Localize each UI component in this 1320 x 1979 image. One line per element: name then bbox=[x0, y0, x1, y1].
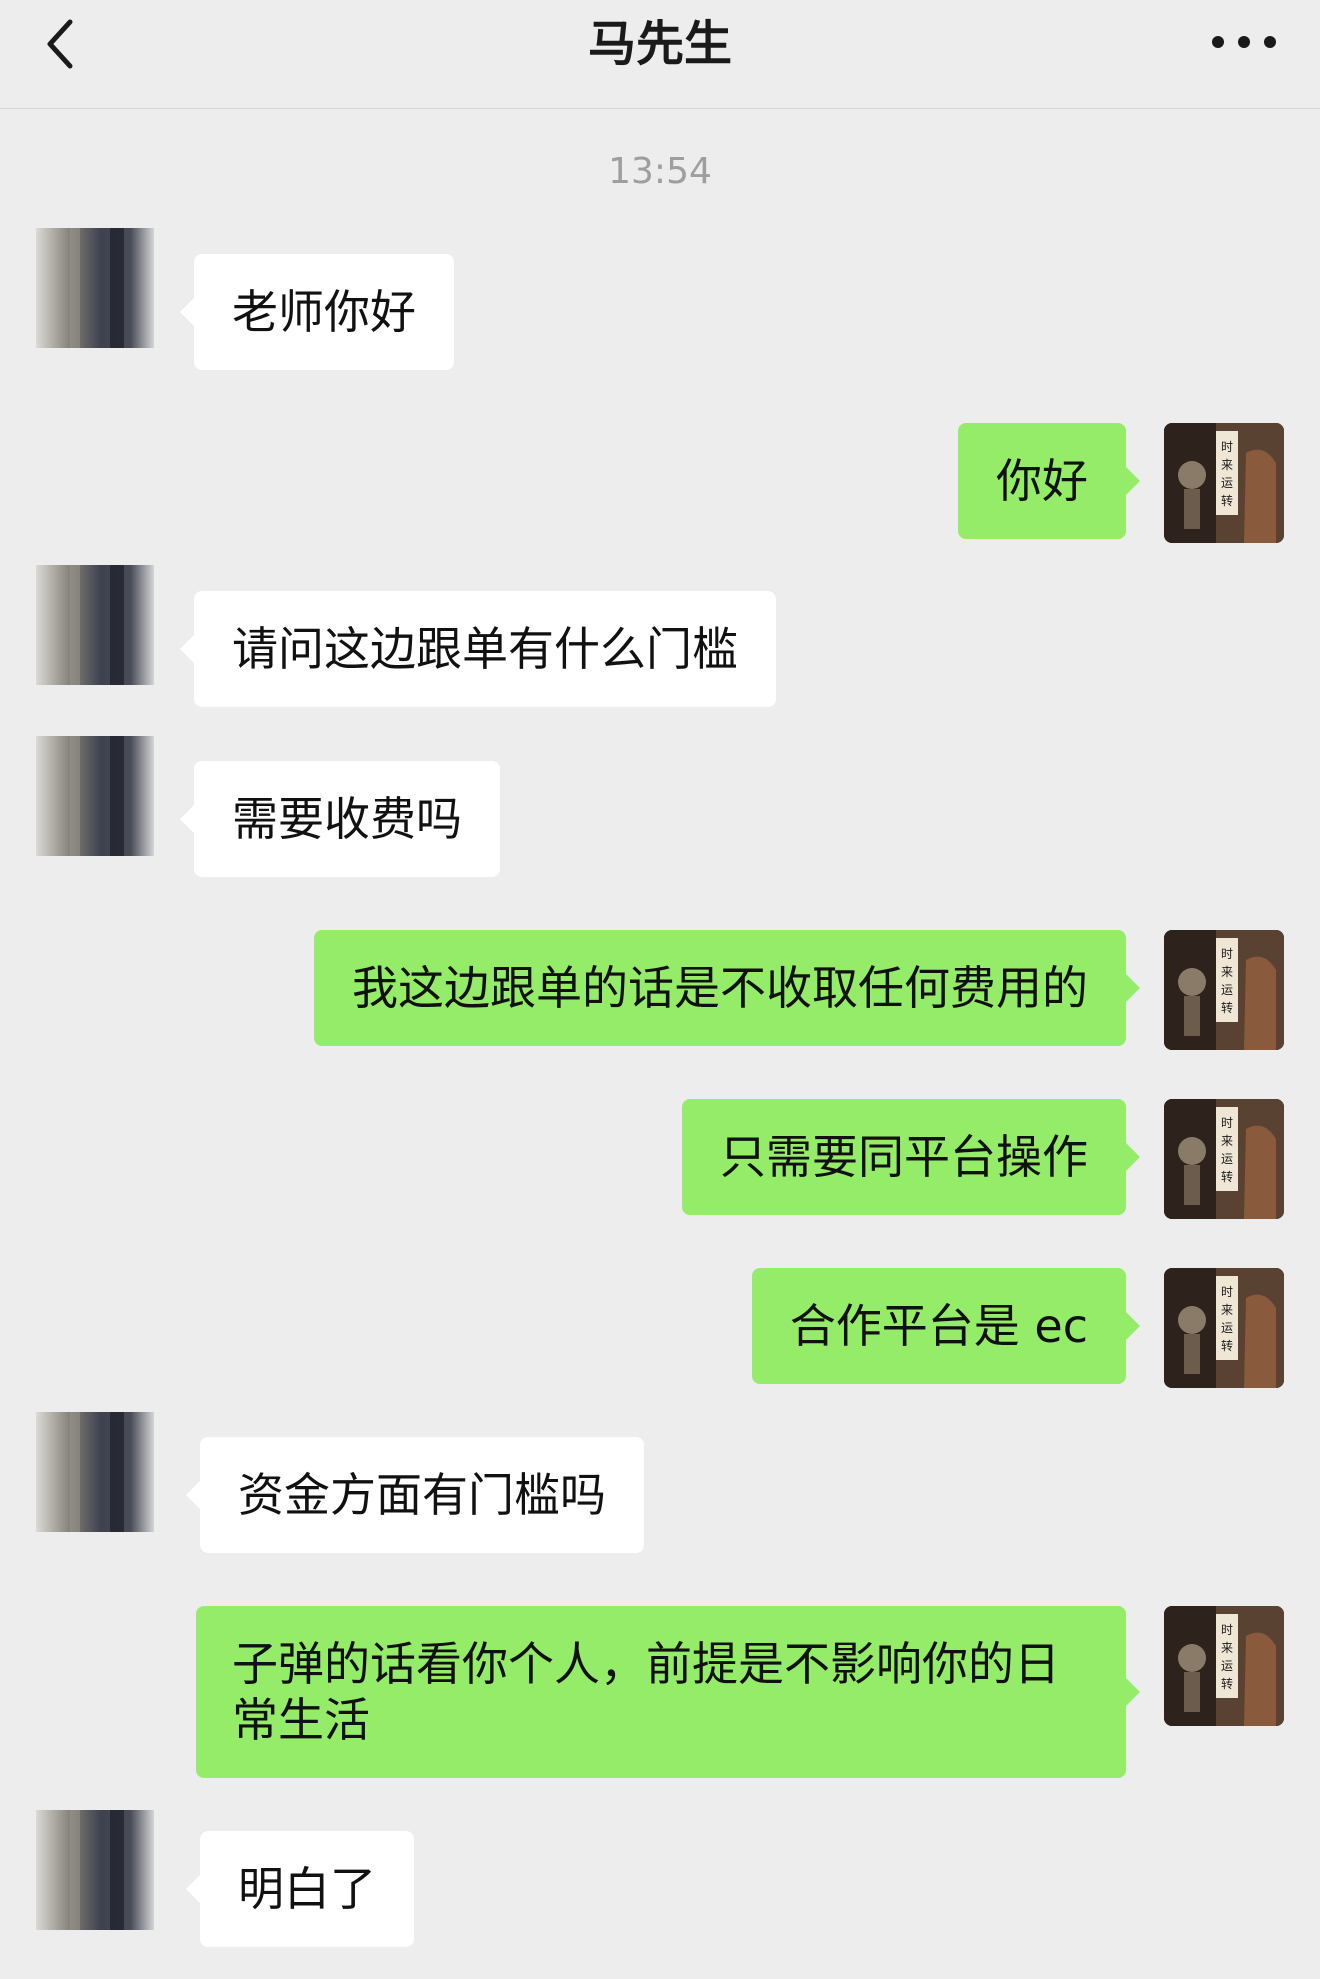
svg-text:时: 时 bbox=[1221, 1623, 1233, 1637]
svg-text:时: 时 bbox=[1221, 1116, 1233, 1130]
chat-title: 马先生 bbox=[587, 16, 732, 72]
message-bubble-received[interactable]: 需要收费吗 bbox=[180, 761, 500, 877]
svg-text:来: 来 bbox=[1221, 458, 1233, 472]
svg-text:时: 时 bbox=[1221, 947, 1233, 961]
message-bubble-sent[interactable]: 只需要同平台操作 bbox=[682, 1099, 1140, 1215]
more-dots-icon bbox=[1204, 22, 1284, 62]
message-bubble-sent[interactable]: 子弹的话看你个人，前提是不影响你的日常生活 bbox=[196, 1606, 1140, 1778]
message-timestamp: 13:54 bbox=[608, 151, 712, 192]
more-options-button[interactable] bbox=[1204, 22, 1284, 62]
message-text: 合作平台是 ec bbox=[789, 1299, 1088, 1353]
message-bubble-received[interactable]: 资金方面有门槛吗 bbox=[186, 1437, 644, 1553]
svg-text:来: 来 bbox=[1221, 965, 1233, 979]
message-text: 资金方面有门槛吗 bbox=[238, 1468, 606, 1522]
message-bubble-received[interactable]: 明白了 bbox=[186, 1831, 414, 1947]
message-text: 明白了 bbox=[238, 1862, 376, 1916]
svg-text:来: 来 bbox=[1221, 1303, 1233, 1317]
message-text: 只需要同平台操作 bbox=[720, 1130, 1088, 1184]
svg-text:转: 转 bbox=[1221, 1169, 1233, 1184]
peer-avatar[interactable] bbox=[30, 565, 160, 685]
message-bubble-received[interactable]: 请问这边跟单有什么门槛 bbox=[180, 591, 776, 707]
message-bubble-sent[interactable]: 我这边跟单的话是不收取任何费用的 bbox=[314, 930, 1140, 1046]
peer-avatar[interactable] bbox=[30, 1412, 160, 1532]
self-avatar[interactable]: 时 来 运 转 bbox=[1164, 930, 1284, 1050]
svg-text:运: 运 bbox=[1221, 983, 1233, 997]
self-avatar[interactable]: 时 来 运 转 bbox=[1164, 1606, 1284, 1726]
self-avatar[interactable]: 时 来 运 转 bbox=[1164, 1268, 1284, 1388]
self-avatar[interactable]: 时 来 运 转 bbox=[1164, 423, 1284, 543]
message-text: 老师你好 bbox=[232, 285, 416, 339]
svg-text:运: 运 bbox=[1221, 1321, 1233, 1335]
svg-text:来: 来 bbox=[1221, 1641, 1233, 1655]
peer-avatar[interactable] bbox=[30, 228, 160, 348]
message-bubble-sent[interactable]: 合作平台是 ec bbox=[751, 1268, 1141, 1384]
svg-text:运: 运 bbox=[1221, 476, 1233, 490]
svg-text:转: 转 bbox=[1221, 1000, 1233, 1015]
svg-text:运: 运 bbox=[1221, 1659, 1233, 1673]
message-text: 你好 bbox=[996, 454, 1088, 508]
svg-text:来: 来 bbox=[1221, 1134, 1233, 1148]
svg-text:转: 转 bbox=[1221, 493, 1233, 508]
navigation-bar: 马先生 bbox=[0, 0, 1320, 109]
svg-text:时: 时 bbox=[1221, 1285, 1233, 1299]
message-text: 请问这边跟单有什么门槛 bbox=[232, 622, 738, 676]
message-bubble-sent[interactable]: 你好 bbox=[958, 423, 1140, 539]
message-bubble-received[interactable]: 老师你好 bbox=[180, 254, 454, 370]
self-avatar[interactable]: 时 来 运 转 bbox=[1164, 1099, 1284, 1219]
message-text: 子弹的话看你个人，前提是不影响你的日常生活 bbox=[232, 1637, 1060, 1747]
back-button[interactable] bbox=[40, 14, 96, 74]
svg-text:转: 转 bbox=[1221, 1338, 1233, 1353]
peer-avatar[interactable] bbox=[30, 1810, 160, 1930]
svg-text:运: 运 bbox=[1221, 1152, 1233, 1166]
chevron-left-icon bbox=[40, 14, 96, 74]
message-text: 我这边跟单的话是不收取任何费用的 bbox=[352, 961, 1088, 1015]
message-text: 需要收费吗 bbox=[232, 792, 462, 846]
svg-text:时: 时 bbox=[1221, 440, 1233, 454]
svg-text:转: 转 bbox=[1221, 1676, 1233, 1691]
peer-avatar[interactable] bbox=[30, 736, 160, 856]
